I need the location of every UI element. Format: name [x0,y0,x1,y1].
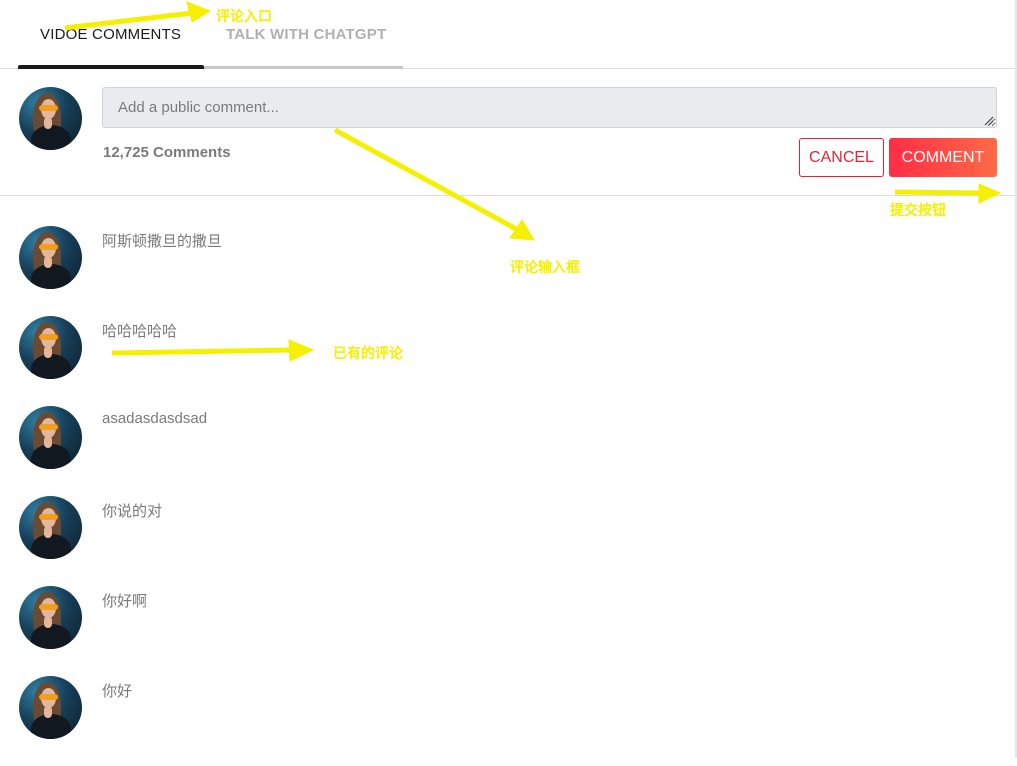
comment-text: 你好啊 [102,593,148,610]
tab-video-comments[interactable]: VIDOE COMMENTS [40,26,181,43]
avatar-body [31,444,71,469]
commenter-avatar [19,316,82,379]
avatar-hand [44,346,52,358]
comment-item: asadasdasdsad [0,406,1017,496]
comment-text: asadasdasdsad [102,410,208,427]
annotation-comment-entry: 评论入口 [216,8,272,24]
active-tab-indicator [18,65,204,69]
avatar-hand [44,526,52,538]
commenter-avatar [19,676,82,739]
current-user-avatar [19,87,82,150]
avatar-body [31,125,71,150]
avatar-glasses [39,424,58,430]
arrow-input-shaft [333,127,520,233]
comment-text: 哈哈哈哈哈 [102,323,178,340]
comment-item: 你好 [0,676,1017,766]
avatar-hand [44,616,52,628]
avatar-body [31,534,71,559]
annotation-comment-input: 评论输入框 [510,259,580,275]
avatar-hand [44,256,52,268]
tab-bar: VIDOE COMMENTS TALK WITH CHATGPT [0,0,1017,69]
resize-grip-icon[interactable] [984,116,994,126]
commenter-avatar [19,586,82,649]
avatar-glasses [39,514,58,520]
annotation-submit-button: 提交按钮 [890,202,946,218]
commenter-avatar [19,406,82,469]
avatar-glasses [39,604,58,610]
comment-text: 你好 [102,683,133,700]
comment-item: 哈哈哈哈哈 [0,316,1017,406]
commenter-avatar [19,496,82,559]
arrow-submit-shaft [894,189,981,196]
comment-count: 12,725 Comments [103,144,231,161]
section-divider [0,195,1017,196]
avatar-hand [44,706,52,718]
avatar-body [31,354,71,379]
avatar-glasses [39,694,58,700]
comment-input[interactable] [102,87,997,128]
avatar-body [31,264,71,289]
comment-item: 你说的对 [0,496,1017,586]
avatar-glasses [39,105,58,111]
comment-submit-button[interactable]: COMMENT [889,138,997,177]
tab-talk-with-chatgpt[interactable]: TALK WITH CHATGPT [226,26,386,43]
inactive-tab-indicator [204,66,403,69]
comment-item: 你好啊 [0,586,1017,676]
annotation-existing-comments: 已有的评论 [333,345,403,361]
arrow-submit-head [978,183,1002,204]
avatar-body [31,624,71,649]
comment-text: 阿斯顿撒旦的撒旦 [102,233,223,250]
comment-text: 你说的对 [102,503,163,520]
avatar-glasses [39,334,58,340]
cancel-button[interactable]: CANCEL [799,138,884,177]
comment-item: 阿斯顿撒旦的撒旦 [0,226,1017,316]
avatar-hand [44,436,52,448]
avatar-hand [44,117,52,129]
avatar-glasses [39,244,58,250]
avatar-body [31,714,71,739]
commenter-avatar [19,226,82,289]
